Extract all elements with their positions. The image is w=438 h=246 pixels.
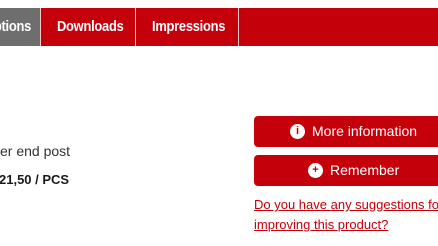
tab-downloads[interactable]: Downloads (57, 8, 124, 46)
tab-divider (135, 8, 136, 46)
tab-descriptions[interactable]: Descriptions (0, 8, 40, 46)
tab-divider (40, 8, 41, 46)
plus-icon: + (308, 163, 323, 178)
tab-descriptions-label: Descriptions (0, 18, 32, 35)
product-price-clip: 21,50 / PCS (0, 172, 200, 194)
product-suggestion-link[interactable]: Do you have any suggestions fo improving… (254, 195, 438, 235)
suggestion-line-1: Do you have any suggestions fo (254, 197, 438, 212)
suggestion-line-2: improving this product? (254, 217, 389, 232)
more-information-button[interactable]: i More information (254, 116, 438, 147)
info-icon: i (290, 124, 305, 139)
product-description-text: er end post (0, 143, 71, 159)
product-price: 21,50 / PCS (0, 172, 70, 187)
product-detail-page: Descriptions Downloads Impressions er en… (0, 0, 438, 246)
product-tab-bar: Descriptions Downloads Impressions (0, 8, 438, 46)
remember-button[interactable]: + Remember (254, 155, 438, 186)
more-information-label: More information (312, 123, 418, 139)
tab-divider (238, 8, 239, 46)
remember-label: Remember (330, 162, 400, 178)
tab-impressions[interactable]: Impressions (152, 8, 225, 46)
